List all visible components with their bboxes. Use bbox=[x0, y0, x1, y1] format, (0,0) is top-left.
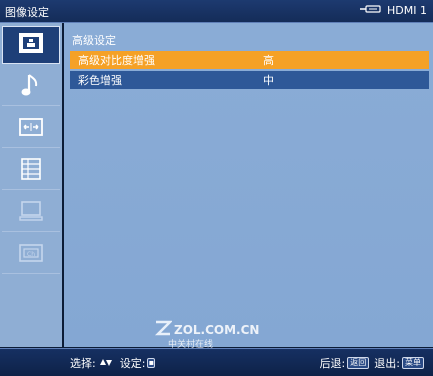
sidebar-item-picture[interactable] bbox=[2, 26, 60, 64]
exit-hint-text: 退出: bbox=[374, 357, 400, 370]
set-hint-text: 设定: bbox=[119, 357, 146, 370]
aspect-ratio-icon bbox=[19, 117, 43, 140]
setting-label: 彩色增强 bbox=[78, 74, 122, 87]
monitor-icon bbox=[19, 200, 43, 225]
source-label: HDMI 1 bbox=[387, 4, 427, 17]
select-hint-text: 选择: bbox=[70, 357, 96, 370]
picture-icon bbox=[18, 32, 44, 58]
setting-row-contrast-enhance[interactable]: 高级对比度增强 高 bbox=[70, 51, 429, 69]
tv-menu-screen: 图像设定 HDMI 1 Ch 高级设定 高级对比度增强 高 彩色增强 中 ZOL… bbox=[0, 0, 433, 376]
footer-bar: 选择: 设定: ▪ 后退: 返回 退出: 菜单 bbox=[0, 348, 433, 376]
arrow-keys-icon bbox=[98, 357, 118, 370]
header-bar: 图像设定 HDMI 1 bbox=[0, 0, 433, 23]
sidebar: Ch bbox=[0, 23, 62, 347]
setting-value: 中 bbox=[263, 74, 274, 87]
back-key[interactable]: 返回 bbox=[347, 357, 370, 369]
hdmi-connector-icon bbox=[360, 4, 382, 17]
back-hint-text: 后退: bbox=[319, 357, 346, 370]
setting-label: 高级对比度增强 bbox=[78, 54, 155, 67]
input-source: HDMI 1 bbox=[360, 4, 427, 17]
setting-row-color-enhance[interactable]: 彩色增强 中 bbox=[70, 71, 429, 89]
sidebar-item-setup[interactable] bbox=[2, 152, 60, 190]
setting-value: 高 bbox=[263, 54, 274, 67]
svg-text:Ch: Ch bbox=[27, 251, 35, 258]
menu-key[interactable]: 菜单 bbox=[402, 357, 424, 369]
sidebar-item-pc[interactable] bbox=[2, 194, 60, 232]
menu-title: 图像设定 bbox=[5, 6, 49, 19]
sidebar-item-audio[interactable] bbox=[2, 68, 60, 106]
music-note-icon bbox=[21, 72, 41, 102]
watermark-text: ZOL.COM.CN bbox=[174, 322, 260, 337]
action-hints: 后退: 返回 退出: 菜单 bbox=[320, 355, 427, 371]
section-title: 高级设定 bbox=[72, 34, 116, 47]
sidebar-item-channel[interactable]: Ch bbox=[2, 236, 60, 274]
channel-icon: Ch bbox=[19, 243, 43, 266]
list-menu-icon bbox=[21, 157, 41, 184]
ok-key-icon: ▪ bbox=[147, 358, 156, 368]
settings-panel: 高级设定 高级对比度增强 高 彩色增强 中 bbox=[64, 23, 433, 347]
nav-hints: 选择: 设定: ▪ bbox=[70, 355, 158, 371]
sidebar-item-screen[interactable] bbox=[2, 110, 60, 148]
